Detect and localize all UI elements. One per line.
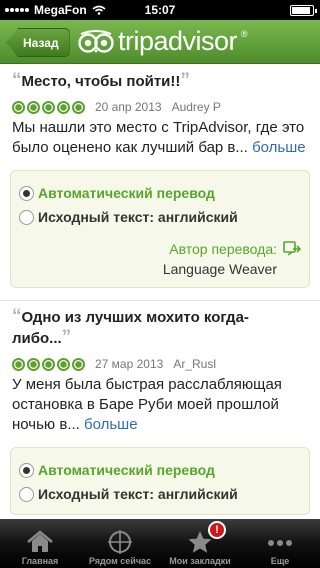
translation-options: Автоматический перевод Исходный текст: а… [10, 170, 310, 288]
radio-unselected-icon[interactable] [19, 209, 34, 225]
tab-bookmarks-label: Мои закладки [169, 556, 231, 566]
review-title: “Одно из лучших мохито когда-либо...” [12, 307, 308, 349]
tab-more-label: Еще [270, 556, 290, 566]
tab-home[interactable]: Главная [0, 519, 80, 568]
original-text-label: Исходный текст: английский [38, 486, 238, 502]
rating-bubble-icon [72, 357, 85, 371]
open-quote-icon: “ [12, 306, 22, 327]
review-meta: 27 мар 2013 Ar_Rusl [12, 357, 308, 371]
battery-level [292, 7, 311, 14]
rating-bubble-icon [27, 357, 40, 371]
rating-bubble-icon [12, 100, 25, 114]
radio-selected-icon[interactable] [19, 462, 34, 478]
review-date: 27 мар 2013 [95, 357, 164, 371]
original-text-label: Исходный текст: английский [38, 209, 238, 225]
original-text-option[interactable]: Исходный текст: английский [19, 205, 301, 229]
tab-home-label: Главная [21, 556, 59, 566]
auto-translation-label: Автоматический перевод [38, 185, 215, 201]
review-date: 20 апр 2013 [95, 100, 162, 114]
review-title-text: Одно из лучших мохито когда-либо... [12, 309, 249, 347]
original-text-option[interactable]: Исходный текст: английский [19, 482, 301, 506]
rating-bubbles [12, 100, 85, 114]
more-link[interactable]: больше [252, 139, 306, 156]
close-quote-icon: ” [61, 327, 72, 348]
tab-nearby-label: Рядом сейчас [88, 556, 152, 566]
review-author[interactable]: Ar_Rusl [173, 357, 216, 371]
rating-bubble-icon [57, 100, 70, 114]
credit-name: Language Weaver [162, 261, 277, 277]
review-title: “Место, чтобы пойти!!” [12, 71, 308, 92]
battery-icon [290, 5, 317, 16]
back-button[interactable]: Назад [6, 28, 70, 57]
rating-bubble-icon [42, 357, 55, 371]
review-excerpt: У меня была быстрая расслабляющая остано… [12, 376, 282, 433]
review-item[interactable]: “Одно из лучших мохито когда-либо...” 27… [0, 301, 320, 435]
tab-bar: Главная Рядом сейчас ! Мои закладки Еще [0, 519, 320, 568]
tab-bookmarks[interactable]: ! Мои закладки [160, 519, 240, 568]
rating-bubble-icon [12, 357, 25, 371]
tab-more[interactable]: Еще [240, 519, 320, 568]
rating-bubble-icon [27, 100, 40, 114]
radio-selected-icon[interactable] [19, 185, 34, 201]
logo-registered-mark: ® [241, 28, 248, 39]
navigation-bar: Назад tripadvisor ® [0, 20, 320, 64]
more-icon [268, 540, 292, 546]
translation-credit: Автор перевода: Language Weaver [19, 239, 301, 279]
status-bar: MegaFon 15:07 [0, 0, 320, 20]
bookmarks-badge: ! [208, 521, 226, 539]
review-meta: 20 апр 2013 Audrey P [12, 100, 308, 114]
review-text: Мы нашли это место с TripAdvisor, где эт… [12, 118, 308, 158]
radio-unselected-icon[interactable] [19, 486, 34, 502]
translation-options: Автоматический перевод Исходный текст: а… [10, 447, 310, 515]
rating-bubbles [12, 357, 85, 371]
translate-icon [283, 241, 301, 256]
review-item[interactable]: “Место, чтобы пойти!!” 20 апр 2013 Audre… [0, 65, 320, 158]
logo-text: tripadvisor [118, 26, 238, 56]
credit-label: Автор перевода: [169, 241, 277, 257]
open-quote-icon: “ [12, 70, 22, 91]
crosshair-icon [108, 530, 132, 554]
rating-bubble-icon [57, 357, 70, 371]
reviews-list[interactable]: “Место, чтобы пойти!!” 20 апр 2013 Audre… [0, 65, 320, 519]
auto-translation-option[interactable]: Автоматический перевод [19, 181, 301, 205]
close-quote-icon: ” [180, 70, 190, 91]
review-text: У меня была быстрая расслабляющая остано… [12, 375, 308, 435]
review-title-text: Место, чтобы пойти!! [21, 73, 181, 90]
rating-bubble-icon [42, 100, 55, 114]
auto-translation-label: Автоматический перевод [38, 462, 215, 478]
rating-bubble-icon [72, 100, 85, 114]
owl-icon [78, 29, 114, 53]
home-icon [27, 530, 53, 552]
tripadvisor-logo: tripadvisor ® [78, 26, 248, 57]
status-time: 15:07 [144, 3, 176, 17]
auto-translation-option[interactable]: Автоматический перевод [19, 458, 301, 482]
tab-nearby[interactable]: Рядом сейчас [80, 519, 160, 568]
review-author[interactable]: Audrey P [172, 100, 221, 114]
more-link[interactable]: больше [84, 416, 138, 433]
